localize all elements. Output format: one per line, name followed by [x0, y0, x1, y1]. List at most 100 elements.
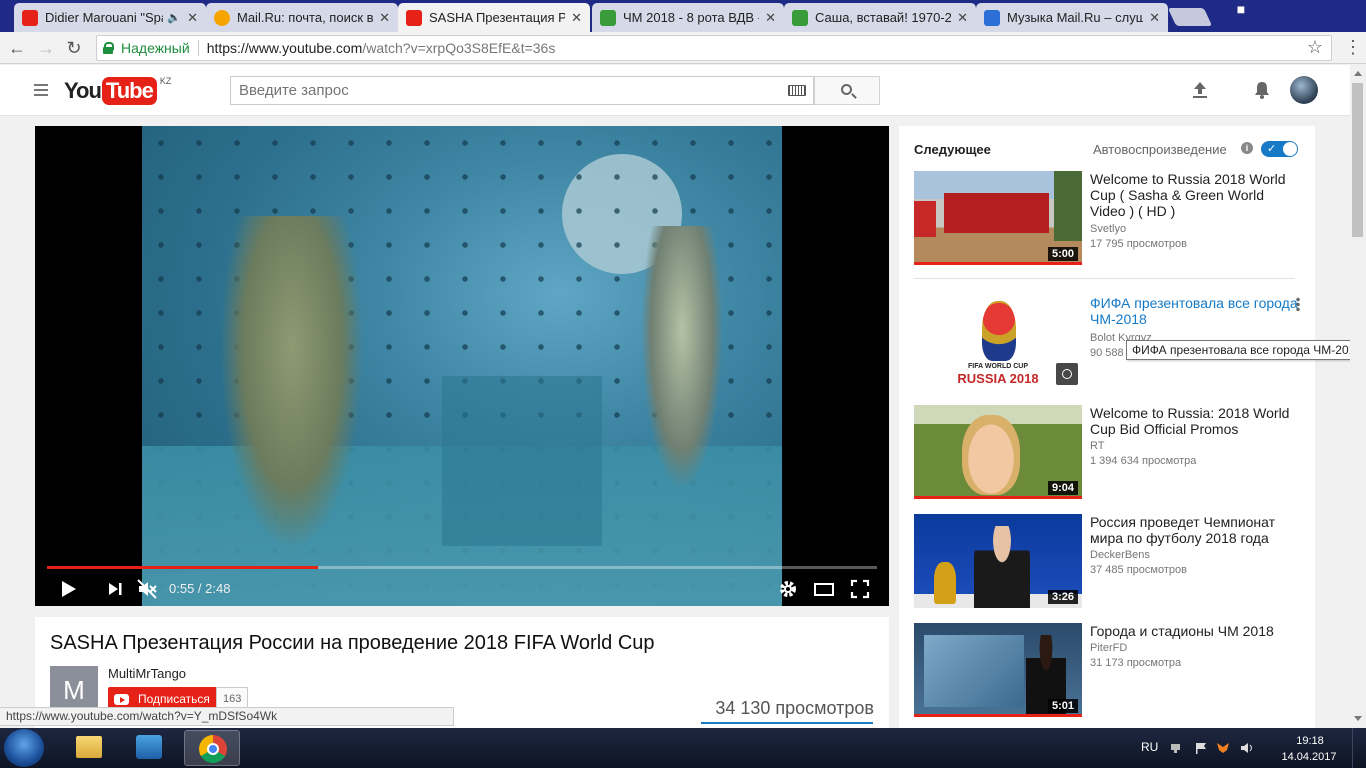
- recommendation-title[interactable]: Welcome to Russia 2018 World Cup ( Sasha…: [1090, 171, 1302, 219]
- close-icon[interactable]: ✕: [765, 10, 776, 26]
- video-frame: [142, 126, 782, 606]
- search-icon: [841, 84, 852, 95]
- scroll-down-icon[interactable]: [1354, 716, 1362, 721]
- start-button[interactable]: [4, 729, 44, 767]
- recommendation-item[interactable]: 5:00 Welcome to Russia 2018 World Cup ( …: [914, 171, 1304, 266]
- recommendation-title[interactable]: Welcome to Russia: 2018 World Cup Bid Of…: [1090, 405, 1302, 437]
- language-indicator[interactable]: RU: [1141, 740, 1158, 754]
- divider: [197, 40, 199, 56]
- thumb-scene: [934, 562, 956, 604]
- recommendation-channel: Svetlyo: [1090, 223, 1127, 235]
- tab-title: Didier Marouani "Spa: [45, 10, 164, 25]
- browser-tab-1[interactable]: Didier Marouani "Spa 🔈 ✕: [14, 3, 206, 32]
- autoplay-toggle[interactable]: ✓: [1261, 141, 1298, 157]
- forward-icon[interactable]: →: [35, 37, 57, 59]
- folder-icon: [76, 736, 102, 758]
- gear-icon[interactable]: [777, 578, 799, 600]
- network-icon[interactable]: [1170, 742, 1184, 754]
- app-tray-icon[interactable]: [1216, 742, 1230, 754]
- recommendation-channel: RT: [1090, 440, 1105, 452]
- close-icon[interactable]: ✕: [379, 10, 390, 26]
- browser-tab-4[interactable]: ЧМ 2018 - 8 рота ВДВ - ✕: [592, 3, 784, 32]
- video-thumbnail[interactable]: 3:26: [914, 514, 1082, 608]
- recommendation-views: 90 588: [1090, 347, 1124, 359]
- speaker-icon[interactable]: 🔈: [167, 11, 181, 24]
- close-icon[interactable]: ✕: [957, 10, 968, 26]
- browser-tab-3[interactable]: SASHA Презентация Ро ✕: [398, 3, 590, 32]
- play-icon[interactable]: [62, 581, 76, 597]
- recommendation-title[interactable]: Россия проведет Чемпионат мира по футбол…: [1090, 514, 1302, 546]
- upload-icon[interactable]: [1190, 80, 1210, 100]
- recommendation-title[interactable]: ФИФА презентовала все города ЧМ-2018: [1090, 295, 1302, 327]
- tab-title: SASHA Презентация Ро: [429, 10, 566, 25]
- address-bar[interactable]: Надежный https://www.youtube.com/watch?v…: [96, 35, 1332, 61]
- bell-icon[interactable]: [1252, 80, 1272, 100]
- close-icon[interactable]: ✕: [1149, 10, 1160, 26]
- autoplay-label: Автовоспроизведение: [1093, 142, 1227, 157]
- url-host: https://www.youtube.com: [206, 40, 363, 56]
- video-thumbnail[interactable]: FIFA WORLD CUP RUSSIA 2018: [914, 295, 1082, 389]
- video-player[interactable]: 0:55 / 2:48: [35, 126, 889, 606]
- lock-icon: [103, 42, 114, 54]
- clock-date[interactable]: 14.04.2017: [1279, 751, 1339, 763]
- close-icon[interactable]: ✕: [187, 10, 198, 26]
- recommendation-item[interactable]: 3:26 Россия проведет Чемпионат мира по ф…: [914, 514, 1304, 609]
- sheet-icon: [600, 9, 616, 26]
- theater-mode-icon[interactable]: [813, 578, 835, 600]
- tooltip: ФИФА презентовала все города ЧМ-2018: [1126, 340, 1366, 360]
- fullscreen-icon[interactable]: [849, 578, 871, 600]
- up-next-label: Следующее: [914, 142, 991, 157]
- status-bar-url: https://www.youtube.com/watch?v=Y_mDSfSo…: [0, 707, 454, 726]
- info-icon[interactable]: i: [1241, 142, 1253, 154]
- scroll-up-icon[interactable]: [1354, 71, 1362, 76]
- recommendation-item[interactable]: 5:01 Города и стадионы ЧМ 2018 PiterFD 3…: [914, 623, 1304, 718]
- video-thumbnail[interactable]: 9:04: [914, 405, 1082, 499]
- recommendation-title[interactable]: Города и стадионы ЧМ 2018: [1090, 623, 1302, 639]
- flag-icon[interactable]: [1194, 742, 1208, 754]
- search-button[interactable]: [814, 76, 880, 105]
- recommendation-views: 1 394 634 просмотра: [1090, 455, 1197, 467]
- keyboard-icon[interactable]: [788, 85, 806, 96]
- browser-tab-2[interactable]: Mail.Ru: почта, поиск в ✕: [206, 3, 398, 32]
- duration-badge: 3:26: [1047, 590, 1078, 604]
- volume-icon[interactable]: [1240, 742, 1254, 754]
- back-icon[interactable]: ←: [6, 37, 28, 59]
- up-next-sidebar: Следующее Автовоспроизведение i ✓ 5:00 W…: [899, 126, 1315, 728]
- video-thumbnail[interactable]: 5:00: [914, 171, 1082, 265]
- mute-icon[interactable]: [136, 578, 158, 600]
- clock-time[interactable]: 19:18: [1281, 735, 1339, 747]
- secure-label: Надежный: [121, 40, 190, 56]
- youtube-logo[interactable]: You Tube KZ: [64, 76, 171, 105]
- profile-icon[interactable]: ■: [1228, 0, 1254, 20]
- channel-name[interactable]: MultiMrTango: [108, 666, 186, 681]
- scrollbar-thumb[interactable]: [1352, 83, 1363, 237]
- duration-badge: 5:00: [1047, 247, 1078, 261]
- next-icon[interactable]: [104, 578, 126, 600]
- taskbar-media-player[interactable]: [122, 730, 178, 766]
- video-thumbnail[interactable]: 5:01: [914, 623, 1082, 717]
- avatar[interactable]: [1290, 76, 1318, 104]
- progress-bar[interactable]: [47, 566, 877, 569]
- watched-bar: [914, 496, 1082, 499]
- reload-icon[interactable]: ↻: [63, 37, 85, 59]
- sheet-icon: [792, 9, 808, 26]
- search-input[interactable]: [230, 76, 814, 105]
- new-tab-button[interactable]: [1167, 8, 1213, 26]
- page-scrollbar[interactable]: [1350, 65, 1366, 728]
- taskbar-chrome[interactable]: [184, 730, 240, 766]
- taskbar-explorer[interactable]: [60, 730, 116, 766]
- browser-tab-5[interactable]: Саша, вставай! 1970-20 ✕: [784, 3, 976, 32]
- thumb-scene: [914, 201, 936, 237]
- bookmark-star-icon[interactable]: ☆: [1307, 37, 1323, 58]
- recommendation-item[interactable]: 9:04 Welcome to Russia: 2018 World Cup B…: [914, 405, 1304, 500]
- watched-bar: [914, 714, 1082, 717]
- time-display: 0:55 / 2:48: [169, 581, 231, 596]
- more-actions-icon[interactable]: [1296, 297, 1300, 311]
- close-icon[interactable]: ✕: [571, 10, 582, 26]
- show-desktop-button[interactable]: [1352, 728, 1366, 768]
- tab-title: Музыка Mail.Ru – слуша: [1007, 10, 1144, 25]
- browser-tab-6[interactable]: Музыка Mail.Ru – слуша ✕: [976, 3, 1168, 32]
- watch-later-icon[interactable]: [1056, 363, 1078, 385]
- hamburger-menu-icon[interactable]: [34, 84, 48, 96]
- browser-menu-icon[interactable]: ⋮: [1344, 38, 1362, 56]
